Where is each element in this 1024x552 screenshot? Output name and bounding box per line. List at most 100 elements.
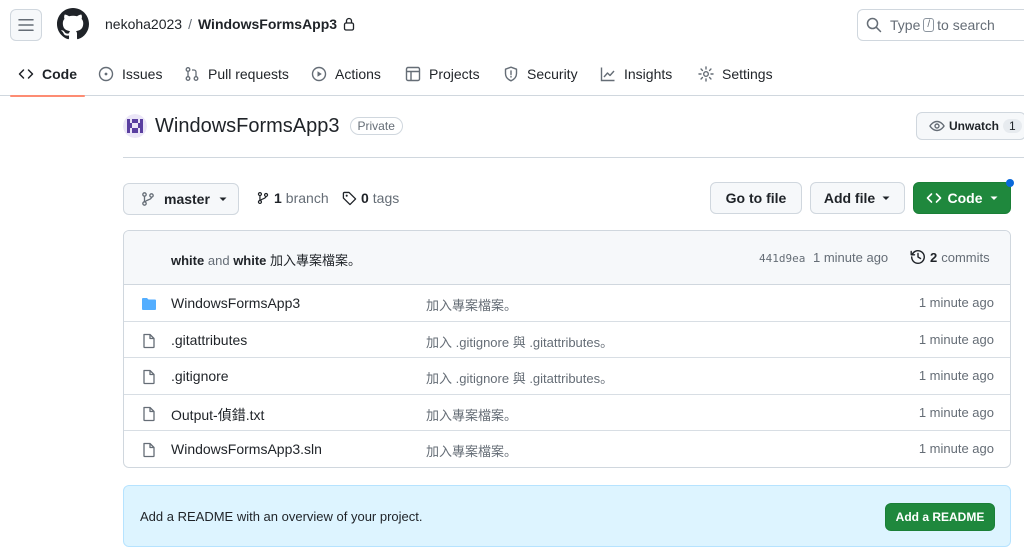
lock-icon — [343, 17, 355, 31]
breadcrumb-separator: / — [188, 16, 192, 32]
commit-message-text[interactable]: 加入專案檔案。 — [270, 253, 361, 268]
avatar[interactable] — [123, 114, 147, 138]
code-button[interactable]: Code — [913, 182, 1011, 214]
file-row[interactable]: WindowsFormsApp3 加入專案檔案。 1 minute ago — [124, 285, 1010, 322]
breadcrumb: nekoha2023 / WindowsFormsApp3 — [105, 16, 355, 32]
caret-down-icon — [882, 196, 890, 200]
commit-count-label: commits — [941, 249, 990, 265]
tab-security[interactable]: Security — [503, 52, 578, 96]
file-name[interactable]: Output-偵錯.txt — [171, 405, 264, 425]
latest-commit-message: white and white 加入專案檔案。 — [171, 250, 361, 269]
code-icon — [926, 193, 941, 203]
pull-request-icon — [185, 67, 199, 81]
file-time: 1 minute ago — [918, 331, 994, 347]
commit-author[interactable]: white — [171, 253, 204, 268]
history-icon — [910, 250, 925, 265]
add-readme-button[interactable]: Add a README — [885, 503, 995, 531]
tag-icon — [342, 191, 357, 205]
eye-icon — [929, 120, 945, 132]
gear-icon — [698, 66, 714, 82]
file-time: 1 minute ago — [918, 295, 994, 310]
unwatch-button[interactable]: Unwatch 1 — [916, 112, 1024, 140]
branches-link[interactable]: 1 branch — [256, 190, 329, 206]
file-icon — [143, 370, 155, 385]
code-button-label: Code — [947, 190, 983, 206]
go-to-file-label: Go to file — [725, 190, 787, 206]
tag-count: 0 — [361, 190, 369, 206]
caret-down-icon — [219, 197, 227, 201]
file-commit-message[interactable]: 加入 .gitignore 與 .gitattributes。 — [426, 332, 613, 351]
tab-actions[interactable]: Actions — [311, 52, 381, 96]
file-list: white and white 加入專案檔案。 441d9ea 1 minute… — [123, 230, 1011, 468]
search-placeholder-after: to search — [937, 17, 995, 33]
visibility-badge: Private — [349, 117, 403, 135]
branch-name: master — [164, 191, 210, 207]
graph-icon — [600, 67, 615, 82]
latest-commit-bar: white and white 加入專案檔案。 441d9ea 1 minute… — [124, 231, 1010, 285]
code-icon — [18, 69, 34, 79]
file-icon — [143, 333, 155, 348]
global-header: nekoha2023 / WindowsFormsApp3 Type / to … — [0, 0, 1024, 50]
tab-insights[interactable]: Insights — [600, 52, 672, 96]
file-name[interactable]: WindowsFormsApp3 — [171, 295, 300, 311]
search-shortcut-key: / — [923, 18, 935, 32]
search-placeholder-before: Type — [890, 17, 921, 33]
file-icon — [143, 406, 155, 421]
unwatch-label: Unwatch — [949, 119, 1000, 133]
tab-label: Security — [527, 66, 578, 82]
add-file-label: Add file — [823, 190, 876, 206]
commit-coauthor[interactable]: white — [233, 253, 266, 268]
commit-count: 2 — [930, 249, 938, 265]
hamburger-icon — [18, 19, 34, 31]
readme-banner: Add a README with an overview of your pr… — [123, 485, 1011, 547]
table-icon — [405, 66, 421, 82]
github-logo-icon[interactable] — [57, 8, 89, 40]
tab-label: Projects — [429, 66, 480, 82]
repo-nav: Code Issues Pull requests Actions Projec… — [0, 52, 1024, 97]
go-to-file-button[interactable]: Go to file — [710, 182, 802, 214]
file-row[interactable]: .gitattributes 加入 .gitignore 與 .gitattri… — [124, 322, 1010, 359]
tab-label: Insights — [624, 66, 673, 82]
tags-link[interactable]: 0 tags — [342, 190, 399, 206]
add-readme-label: Add a README — [895, 510, 985, 524]
menu-button[interactable] — [10, 9, 42, 41]
repo-link[interactable]: WindowsFormsApp3 — [198, 16, 337, 32]
title-divider — [123, 157, 1024, 158]
tab-label: Actions — [335, 66, 381, 82]
tab-settings[interactable]: Settings — [698, 52, 773, 96]
file-time: 1 minute ago — [918, 441, 994, 457]
commit-sha[interactable]: 441d9ea — [759, 252, 805, 265]
commit-and: and — [207, 253, 230, 268]
file-commit-message[interactable]: 加入專案檔案。 — [426, 441, 517, 460]
owner-link[interactable]: nekoha2023 — [105, 16, 182, 32]
file-row[interactable]: .gitignore 加入 .gitignore 與 .gitattribute… — [124, 358, 1010, 395]
tab-pull-requests[interactable]: Pull requests — [184, 52, 289, 96]
watch-count: 1 — [1003, 119, 1022, 133]
tab-projects[interactable]: Projects — [405, 52, 480, 96]
branch-selector[interactable]: master — [123, 183, 239, 215]
file-name[interactable]: WindowsFormsApp3.sln — [171, 441, 322, 457]
file-commit-message[interactable]: 加入專案檔案。 — [426, 405, 517, 424]
caret-down-icon — [990, 196, 997, 200]
tab-issues[interactable]: Issues — [98, 52, 162, 96]
search-input[interactable]: Type / to search — [857, 9, 1024, 41]
repo-name[interactable]: WindowsFormsApp3 — [155, 115, 340, 138]
file-row[interactable]: WindowsFormsApp3.sln 加入專案檔案。 1 minute ag… — [124, 431, 1010, 467]
notification-dot — [1006, 179, 1014, 187]
tab-label: Code — [42, 66, 77, 82]
add-file-button[interactable]: Add file — [810, 182, 905, 214]
tab-label: Issues — [122, 66, 163, 82]
tab-label: Settings — [722, 66, 773, 82]
shield-icon — [504, 66, 518, 82]
file-name[interactable]: .gitignore — [171, 368, 229, 384]
commit-time: 1 minute ago — [813, 250, 889, 265]
commits-link[interactable]: 2 commits — [910, 249, 990, 265]
file-time: 1 minute ago — [918, 404, 994, 420]
file-commit-message[interactable]: 加入專案檔案。 — [426, 295, 517, 314]
file-name[interactable]: .gitattributes — [171, 332, 247, 348]
tab-code[interactable]: Code — [10, 52, 85, 97]
search-icon — [866, 17, 882, 33]
file-commit-message[interactable]: 加入 .gitignore 與 .gitattributes。 — [426, 368, 613, 387]
branch-icon — [142, 192, 154, 206]
file-row[interactable]: Output-偵錯.txt 加入專案檔案。 1 minute ago — [124, 395, 1010, 432]
